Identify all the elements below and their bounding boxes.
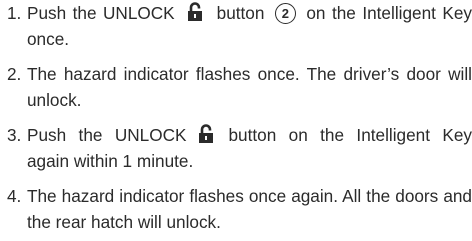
step-text-end: on the	[306, 3, 356, 23]
step-text-middle: button	[216, 3, 265, 23]
step-number: 3.	[7, 125, 22, 145]
step-text-start: Push the UNLOCK	[27, 3, 175, 23]
callout-number: 2	[274, 3, 296, 24]
step-number: 4.	[7, 186, 22, 206]
step-number: 2.	[7, 64, 22, 84]
step-4: 4. The hazard indicator flashes once aga…	[0, 183, 472, 235]
step-number: 1.	[7, 3, 22, 23]
step-text: The hazard indicator flashes once again.…	[27, 186, 472, 232]
unlock-padlock-icon	[198, 124, 214, 144]
step-text: The hazard indicator flashes once. The d…	[27, 64, 472, 110]
instruction-page: 1. Push the UNLOCK button 2 on the Intell…	[0, 0, 472, 241]
step-2: 2. The hazard indicator flashes once. Th…	[0, 61, 472, 113]
step-3: 3. Push the UNLOCK button on the Intellig…	[0, 122, 472, 174]
unlock-padlock-icon	[187, 2, 203, 22]
unlock-steps-list: 1. Push the UNLOCK button 2 on the Intell…	[0, 0, 472, 235]
step-1: 1. Push the UNLOCK button 2 on the Intell…	[0, 0, 472, 52]
step-text-start: Push the UNLOCK	[27, 125, 187, 145]
